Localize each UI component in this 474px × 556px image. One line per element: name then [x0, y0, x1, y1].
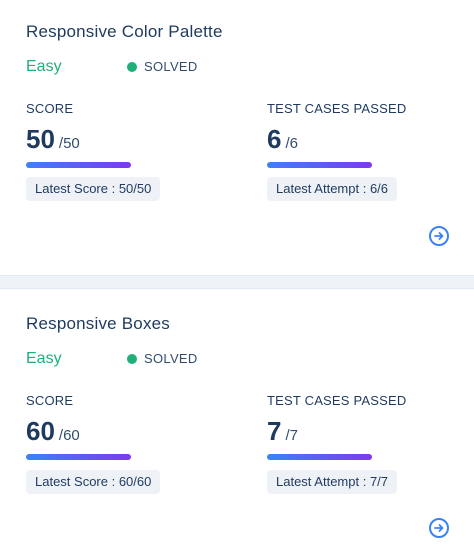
score-value: 50 /50 — [26, 124, 80, 155]
status-text: SOLVED — [144, 351, 198, 366]
test-cases-number: 7 — [267, 416, 282, 446]
test-cases-value: 6 /6 — [267, 124, 298, 155]
problem-title: Responsive Color Palette — [26, 22, 223, 41]
latest-score-chip: Latest Score : 60/60 — [26, 470, 161, 494]
status-text: SOLVED — [144, 59, 198, 74]
arrow-circle-right-icon — [434, 232, 444, 240]
difficulty-label: Easy — [26, 58, 62, 75]
solved-dot-icon — [127, 353, 137, 364]
latest-score-chip: Latest Score : 50/50 — [26, 177, 161, 201]
score-value: 60 /60 — [26, 416, 80, 447]
arrow-circle-right-icon — [434, 524, 444, 532]
test-cases-progress-bar — [267, 454, 372, 460]
test-cases-number: 6 — [267, 124, 282, 154]
latest-attempt-chip: Latest Attempt : 7/7 — [267, 470, 398, 494]
problem-title: Responsive Boxes — [26, 314, 170, 333]
status-badge: SOLVED — [127, 351, 198, 366]
score-label: SCORE — [26, 101, 74, 116]
difficulty-label: Easy — [26, 350, 62, 367]
test-cases-value: 7 /7 — [267, 416, 298, 447]
score-progress-bar — [26, 162, 131, 168]
score-total: /60 — [58, 427, 80, 444]
status-badge: SOLVED — [127, 59, 198, 74]
latest-attempt-chip: Latest Attempt : 6/6 — [267, 177, 398, 201]
test-cases-label: TEST CASES PASSED — [267, 101, 407, 116]
problem-card: Responsive Boxes Easy SOLVED SCORE 60 /6… — [0, 289, 474, 556]
card-separator — [0, 275, 474, 289]
test-cases-total: /6 — [285, 135, 298, 152]
test-cases-progress-bar — [267, 162, 372, 168]
score-number: 60 — [26, 416, 55, 446]
score-total: /50 — [58, 135, 80, 152]
score-label: SCORE — [26, 393, 74, 408]
test-cases-label: TEST CASES PASSED — [267, 393, 407, 408]
score-progress-bar — [26, 454, 131, 460]
score-number: 50 — [26, 124, 55, 154]
problem-card: Responsive Color Palette Easy SOLVED SCO… — [0, 0, 474, 275]
solved-dot-icon — [127, 61, 137, 72]
open-problem-button[interactable] — [429, 226, 449, 246]
test-cases-total: /7 — [285, 427, 298, 444]
open-problem-button[interactable] — [429, 518, 449, 538]
